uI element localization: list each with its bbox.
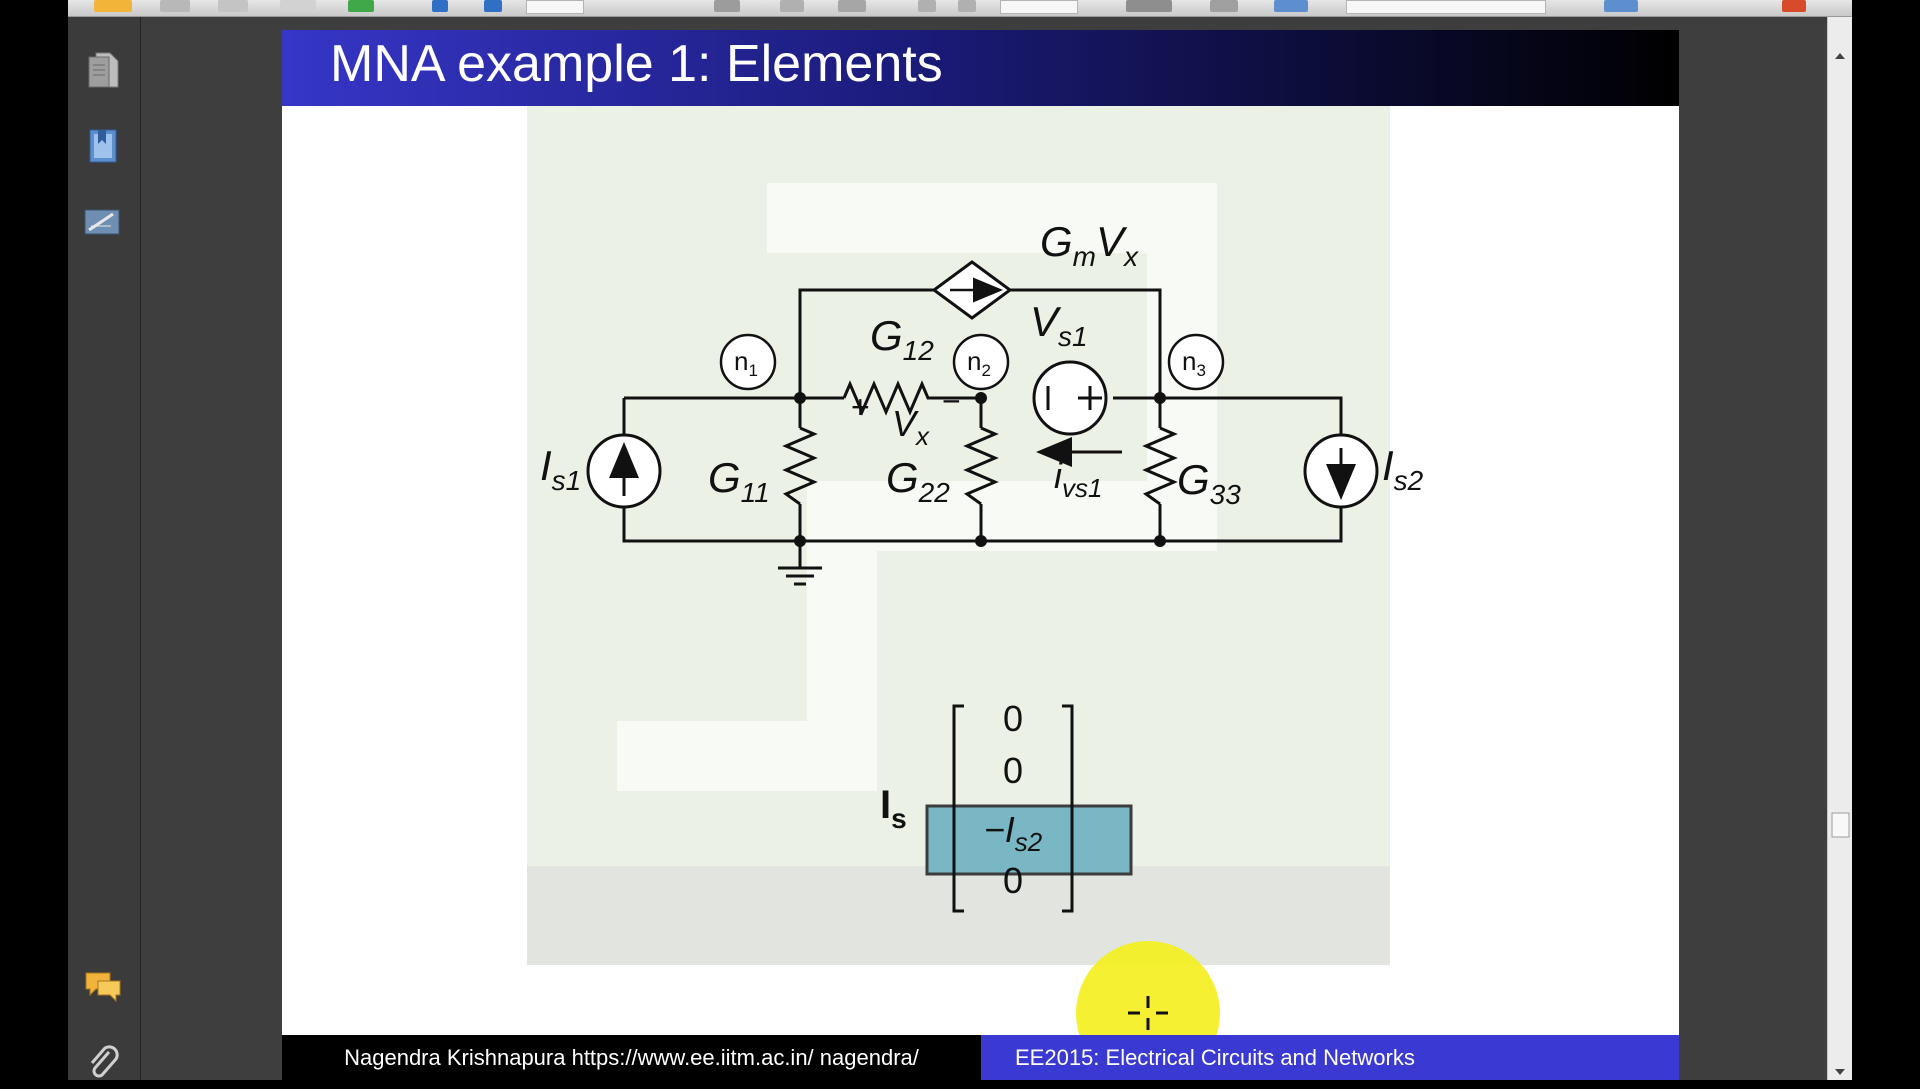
page-number-field[interactable] [526,0,584,14]
find-field[interactable] [1346,0,1546,14]
save-icon[interactable] [218,0,248,12]
zoom-field[interactable] [1000,0,1078,14]
scroll-up-icon[interactable] [1835,53,1845,59]
hand-tool-icon[interactable] [780,0,804,12]
current-source-is1 [586,433,662,509]
comments-icon[interactable] [78,961,128,1011]
scroll-down-icon[interactable] [1835,1069,1845,1075]
close-document-icon[interactable] [1782,0,1806,12]
fit-page-icon[interactable] [1126,0,1172,12]
vector-entry-4: 0 [1003,860,1023,901]
vertical-scrollbar[interactable] [1827,17,1853,1080]
screen-edge [1852,0,1920,1080]
footer-course: EE2015: Electrical Circuits and Networks [981,1035,1679,1080]
signature-icon[interactable] [78,197,128,247]
find-options-icon[interactable] [1604,0,1638,12]
toolbar [68,0,1852,17]
zoom-out-icon[interactable] [918,0,936,12]
page-down-icon[interactable] [484,0,502,12]
label-vx-minus: − [942,383,961,419]
slide-title-bar: MNA example 1: Elements [282,30,1679,106]
read-mode-icon[interactable] [1210,0,1238,12]
select-tool-icon[interactable] [714,0,740,12]
navigation-panel [68,17,141,1080]
zoom-tool-icon[interactable] [838,0,866,12]
share-icon[interactable] [348,0,374,12]
slide-page: MNA example 1: Elements GmVx Vs1 G12 G11… [282,30,1679,1080]
vector-entry-1: 0 [1003,698,1023,739]
vector-entry-2: 0 [1003,750,1023,791]
slide-content: GmVx Vs1 G12 G11 G22 G33 Vx ivs1 Is1 Is2… [527,106,1424,1035]
footer-author: Nagendra Krishnapura https://www.ee.iitm… [282,1035,981,1080]
slide-title: MNA example 1: Elements [330,35,943,93]
email-icon[interactable] [280,0,316,12]
current-source-is2 [1303,433,1379,509]
pages-icon[interactable] [78,45,128,95]
bookmarks-icon[interactable] [78,121,128,171]
print-icon[interactable] [160,0,190,12]
scroll-thumb[interactable] [1831,812,1850,838]
open-icon[interactable] [94,0,132,12]
label-vx-plus: + [851,389,870,425]
fullscreen-icon[interactable] [1274,0,1308,12]
page-up-icon[interactable] [432,0,448,12]
attachment-icon[interactable] [78,1039,128,1089]
zoom-in-icon[interactable] [958,0,976,12]
label-is2: Is2 [1382,442,1424,496]
